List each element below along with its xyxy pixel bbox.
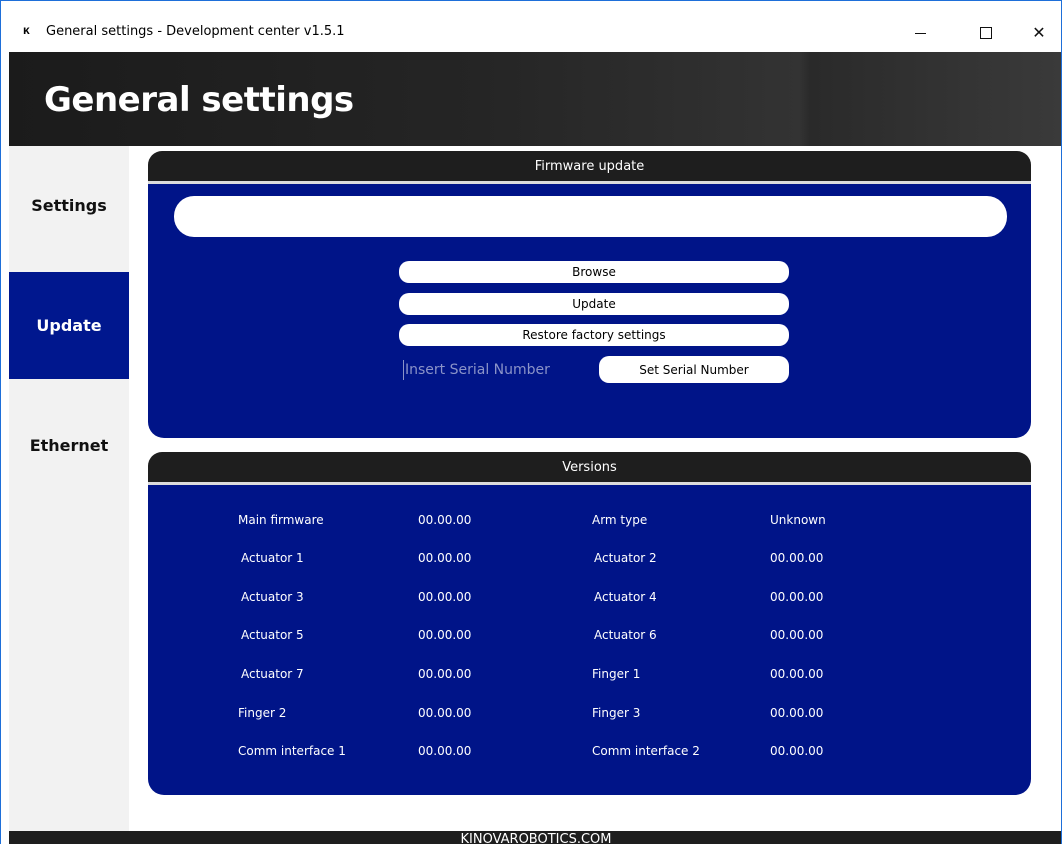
- title-bar[interactable]: ᴋ General settings - Development center …: [1, 1, 1061, 52]
- version-label: Main firmware: [238, 513, 324, 527]
- firmware-update-body: Browse Update Restore factory settings S…: [148, 184, 1031, 438]
- serial-number-input[interactable]: [403, 360, 563, 380]
- close-button[interactable]: ✕: [1016, 15, 1061, 51]
- app-window: ᴋ General settings - Development center …: [0, 0, 1062, 844]
- versions-body: Main firmware 00.00.00 Arm type Unknown …: [148, 485, 1031, 795]
- version-value: 00.00.00: [418, 551, 472, 565]
- version-value: 00.00.00: [770, 628, 824, 642]
- versions-panel: Versions Main firmware 00.00.00 Arm type…: [148, 452, 1031, 795]
- maximize-icon: [980, 27, 992, 39]
- version-label: Actuator 5: [241, 628, 304, 642]
- version-label: Actuator 7: [241, 667, 304, 681]
- version-value: Unknown: [770, 513, 826, 527]
- sidebar-item-ethernet[interactable]: Ethernet: [9, 392, 129, 499]
- browse-button[interactable]: Browse: [399, 261, 789, 283]
- version-value: 00.00.00: [418, 590, 472, 604]
- close-icon: ✕: [1032, 25, 1046, 42]
- maximize-button[interactable]: [963, 15, 1009, 51]
- version-value: 00.00.00: [418, 744, 472, 758]
- footer-link[interactable]: KINOVAROBOTICS.COM: [9, 831, 1061, 844]
- version-value: 00.00.00: [418, 706, 472, 720]
- versions-heading: Versions: [148, 452, 1031, 485]
- restore-factory-settings-button[interactable]: Restore factory settings: [399, 324, 789, 346]
- version-label: Arm type: [592, 513, 648, 527]
- version-value: 00.00.00: [418, 667, 472, 681]
- version-value: 00.00.00: [770, 551, 824, 565]
- app-logo-icon: ᴋ: [23, 23, 30, 37]
- version-label: Actuator 6: [594, 628, 657, 642]
- version-label: Actuator 1: [241, 551, 304, 565]
- page-title: General settings: [44, 80, 354, 120]
- version-label: Finger 1: [592, 667, 641, 681]
- version-label: Actuator 4: [594, 590, 657, 604]
- page-header: General settings: [9, 52, 1061, 146]
- version-label: Comm interface 2: [592, 744, 700, 758]
- version-value: 00.00.00: [418, 513, 472, 527]
- window-title: General settings - Development center v1…: [46, 24, 345, 39]
- version-label: Finger 3: [592, 706, 641, 720]
- minimize-icon: [914, 32, 926, 34]
- firmware-update-heading: Firmware update: [148, 151, 1031, 184]
- minimize-button[interactable]: [897, 15, 943, 51]
- sidebar: Settings Update Ethernet: [9, 146, 129, 831]
- sidebar-item-settings[interactable]: Settings: [9, 152, 129, 259]
- version-value: 00.00.00: [418, 628, 472, 642]
- update-button[interactable]: Update: [399, 293, 789, 315]
- set-serial-number-button[interactable]: Set Serial Number: [599, 356, 789, 383]
- version-value: 00.00.00: [770, 667, 824, 681]
- version-value: 00.00.00: [770, 744, 824, 758]
- version-label: Finger 2: [238, 706, 287, 720]
- version-value: 00.00.00: [770, 706, 824, 720]
- firmware-update-panel: Firmware update Browse Update Restore fa…: [148, 151, 1031, 438]
- version-label: Actuator 3: [241, 590, 304, 604]
- version-label: Actuator 2: [594, 551, 657, 565]
- version-label: Comm interface 1: [238, 744, 346, 758]
- firmware-path-field[interactable]: [174, 196, 1007, 237]
- version-value: 00.00.00: [770, 590, 824, 604]
- sidebar-item-update[interactable]: Update: [9, 272, 129, 379]
